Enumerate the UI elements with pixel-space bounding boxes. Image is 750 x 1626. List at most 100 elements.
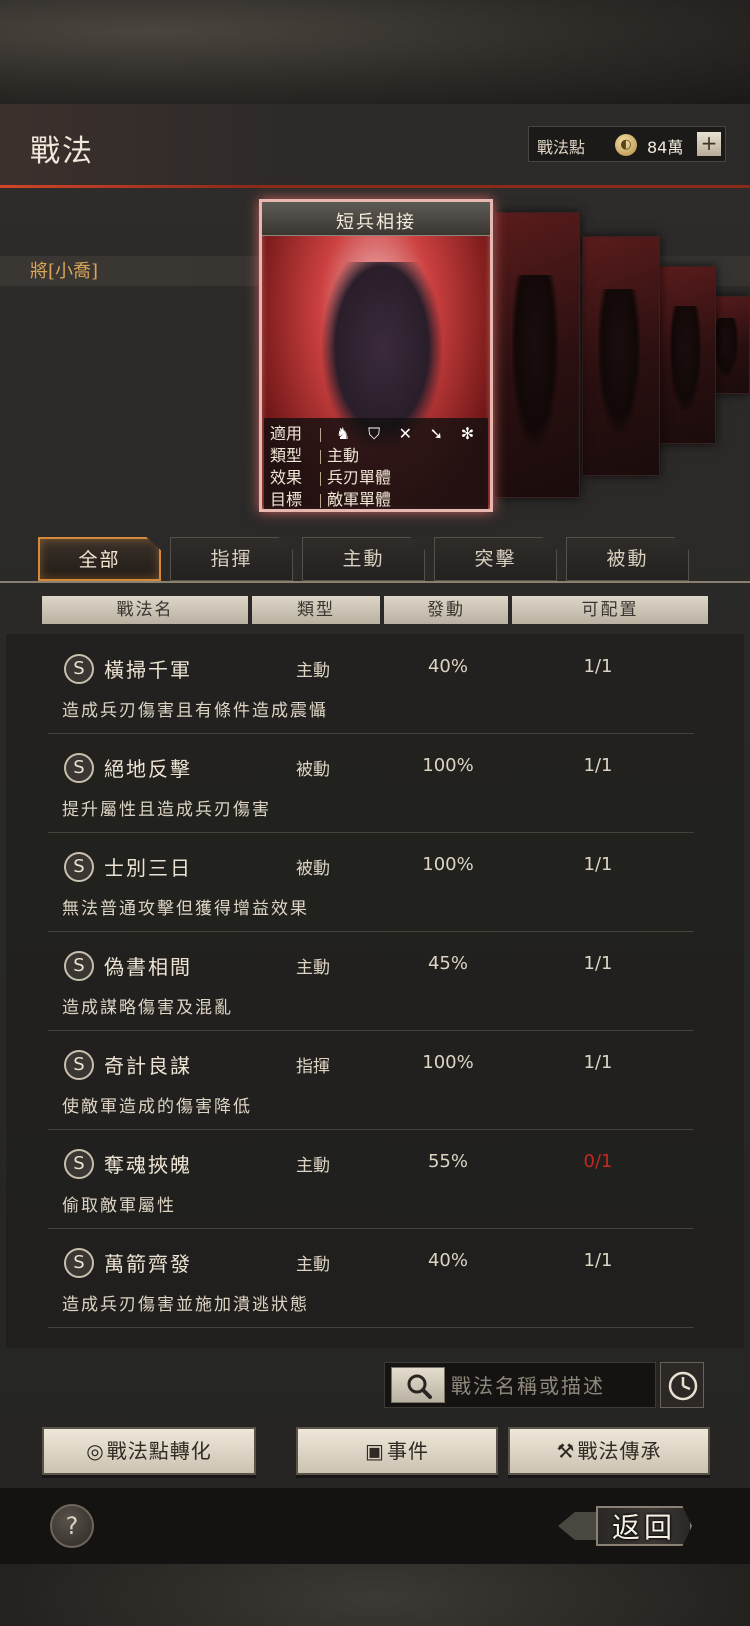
event-book-icon: ▣ xyxy=(365,1439,385,1463)
points-label: 戰法點 xyxy=(537,138,586,157)
card-info-panel: 適用 ♞ ⛉ ✕ ➘ ✻ 類型 主動 效果 兵刃單體 目標 敵軍單體 xyxy=(264,418,488,509)
inherit-label: 戰法傳承 xyxy=(577,1439,662,1463)
tactic-name: 橫掃千軍 xyxy=(104,658,192,682)
tactic-description: 造成兵刃傷害並施加潰逃狀態 xyxy=(62,1295,309,1315)
search-box xyxy=(384,1362,656,1408)
card-applicable-row: 適用 ♞ ⛉ ✕ ➘ ✻ xyxy=(270,420,482,444)
grade-badge: S xyxy=(64,951,94,981)
tactic-config: 1/1 xyxy=(583,854,613,875)
type-value: 主動 xyxy=(327,446,360,465)
tactic-description: 使敵軍造成的傷害降低 xyxy=(62,1097,252,1117)
tab-divider xyxy=(0,581,750,583)
grade-badge: S xyxy=(64,1149,94,1179)
tactic-type: 主動 xyxy=(296,1156,330,1176)
header-type[interactable]: 類型 xyxy=(252,596,380,624)
chariot-icon: ✻ xyxy=(460,424,475,443)
event-label: 事件 xyxy=(386,1439,429,1463)
spear-icon: ➘ xyxy=(429,424,444,443)
tactic-type: 主動 xyxy=(296,661,330,681)
tactic-type: 主動 xyxy=(296,1255,330,1275)
tactic-rate: 55% xyxy=(427,1151,468,1172)
applicable-label: 適用 xyxy=(270,424,303,443)
events-button[interactable]: ▣ 事件 xyxy=(296,1427,498,1475)
card-title-bar: 短兵相接 xyxy=(262,202,490,236)
back-arrow-icon xyxy=(558,1512,600,1540)
search-button[interactable] xyxy=(391,1367,445,1403)
tactic-row[interactable]: S 偽書相間 主動 45% 1/1 造成謀略傷害及混亂 xyxy=(48,935,694,1031)
target-label: 目標 xyxy=(270,490,303,509)
tab-active[interactable]: 主動 xyxy=(302,537,425,581)
tactic-type: 主動 xyxy=(296,958,330,978)
card-effect-row: 效果 兵刃單體 xyxy=(270,464,391,488)
card-back-2[interactable] xyxy=(582,236,660,476)
general-name: 將[小喬] xyxy=(30,261,99,282)
back-button[interactable]: 返回 xyxy=(558,1504,698,1548)
help-button[interactable]: ? xyxy=(50,1504,94,1548)
shield-icon: ⛉ xyxy=(368,424,381,443)
top-background xyxy=(0,0,750,104)
tactic-row[interactable]: S 橫掃千軍 主動 40% 1/1 造成兵刃傷害且有條件造成震懾 xyxy=(48,638,694,734)
grade-badge: S xyxy=(64,1248,94,1278)
tactic-rate: 40% xyxy=(427,656,468,677)
type-label: 類型 xyxy=(270,446,303,465)
header-configurable[interactable]: 可配置 xyxy=(512,596,708,624)
tactic-row[interactable]: S 奪魂挾魄 主動 55% 0/1 偷取敵軍屬性 xyxy=(48,1133,694,1229)
back-label: 返回 xyxy=(596,1506,692,1546)
history-button[interactable] xyxy=(660,1362,704,1408)
cavalry-icon: ♞ xyxy=(335,424,351,443)
tab-passive[interactable]: 被動 xyxy=(566,537,689,581)
tactic-rate: 100% xyxy=(422,755,474,776)
card-back-1[interactable] xyxy=(494,212,580,498)
effect-value: 兵刃單體 xyxy=(327,468,392,487)
tactic-type: 指揮 xyxy=(296,1057,330,1077)
tactic-row[interactable]: S 奇計良謀 指揮 100% 1/1 使敵軍造成的傷害降低 xyxy=(48,1034,694,1130)
clock-icon xyxy=(668,1371,698,1401)
tactic-row[interactable]: S 萬箭齊發 主動 40% 1/1 造成兵刃傷害並施加潰逃狀態 xyxy=(48,1232,694,1328)
tactic-row[interactable]: S 士別三日 被動 100% 1/1 無法普通攻擊但獲得增益效果 xyxy=(48,836,694,932)
tactic-row[interactable]: S 絕地反擊 被動 100% 1/1 提升屬性且造成兵刃傷害 xyxy=(48,737,694,833)
tactic-points-display: 戰法點 ◐ 84萬 + xyxy=(528,126,726,162)
tactic-name: 士別三日 xyxy=(104,856,192,880)
tactic-config: 1/1 xyxy=(583,953,613,974)
tactic-rate: 100% xyxy=(422,854,474,875)
tactic-rate: 45% xyxy=(427,953,468,974)
tactic-description: 造成謀略傷害及混亂 xyxy=(62,998,233,1018)
tactic-name: 絕地反擊 xyxy=(104,757,192,781)
convert-label: 戰法點轉化 xyxy=(106,1439,212,1463)
hammer-icon: ⚒ xyxy=(556,1439,576,1463)
header-tactic-name[interactable]: 戰法名 xyxy=(42,596,248,624)
points-convert-icon: ◎ xyxy=(86,1439,105,1463)
card-back-3[interactable] xyxy=(658,266,716,444)
target-value: 敵軍單體 xyxy=(327,490,392,509)
grade-badge: S xyxy=(64,654,94,684)
tactic-name: 萬箭齊發 xyxy=(104,1252,192,1276)
tactic-name: 奇計良謀 xyxy=(104,1054,192,1078)
tactic-config: 1/1 xyxy=(583,1250,613,1271)
search-icon xyxy=(407,1374,432,1399)
selected-tactic-card[interactable]: 短兵相接 適用 ♞ ⛉ ✕ ➘ ✻ 類型 主動 效果 兵刃單體 目標 敵軍單體 xyxy=(259,199,493,512)
points-value: 84萬 xyxy=(647,138,684,157)
bow-icon: ✕ xyxy=(398,424,412,443)
tactic-config: 0/1 xyxy=(583,1151,613,1172)
effect-label: 效果 xyxy=(270,468,303,487)
tactic-rate: 100% xyxy=(422,1052,474,1073)
tactic-name: 偽書相間 xyxy=(104,955,192,979)
tactic-name: 奪魂挾魄 xyxy=(104,1153,192,1177)
grade-badge: S xyxy=(64,852,94,882)
card-type-row: 類型 主動 xyxy=(270,442,359,466)
card-target-row: 目標 敵軍單體 xyxy=(270,486,392,509)
convert-points-button[interactable]: ◎ 戰法點轉化 xyxy=(42,1427,256,1475)
inherit-tactic-button[interactable]: ⚒ 戰法傳承 xyxy=(508,1427,710,1475)
header-trigger-rate[interactable]: 發動 xyxy=(384,596,508,624)
tab-command[interactable]: 指揮 xyxy=(170,537,293,581)
tactic-description: 無法普通攻擊但獲得增益效果 xyxy=(62,899,309,919)
tactic-config: 1/1 xyxy=(583,656,613,677)
tab-all[interactable]: 全部 xyxy=(38,537,161,581)
search-input[interactable] xyxy=(451,1369,651,1403)
card-title: 短兵相接 xyxy=(336,212,416,233)
add-points-button[interactable]: + xyxy=(697,132,721,156)
tactic-description: 造成兵刃傷害且有條件造成震懾 xyxy=(62,701,328,721)
tab-assault[interactable]: 突擊 xyxy=(434,537,557,581)
tactic-description: 偷取敵軍屬性 xyxy=(62,1196,176,1216)
tactic-config: 1/1 xyxy=(583,1052,613,1073)
